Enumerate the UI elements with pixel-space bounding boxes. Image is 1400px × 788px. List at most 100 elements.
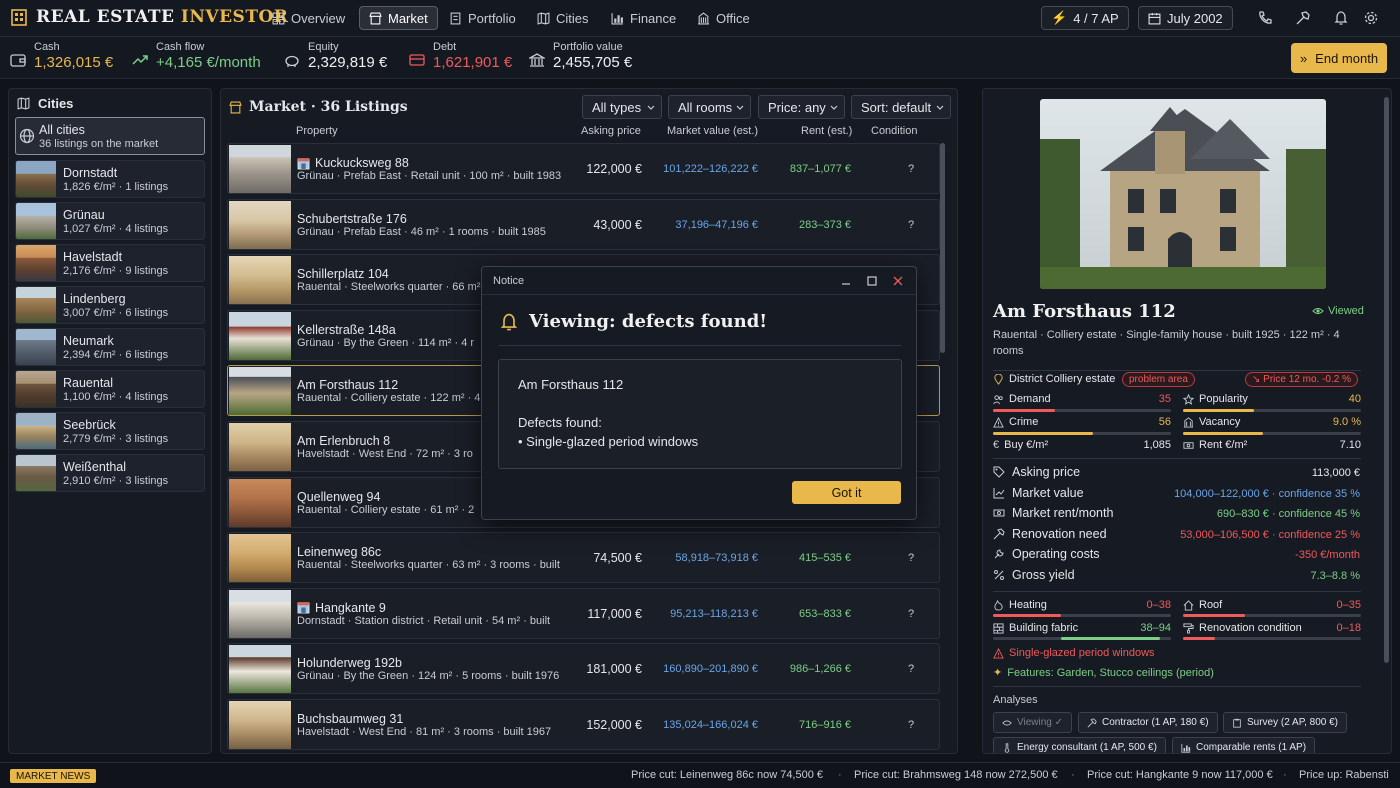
analyses-label: Analyses [993,694,1038,706]
filter-price-select[interactable]: Price: any [758,95,845,119]
stat-cash: Cash 1,326,015 € [10,41,113,71]
energy-consultant-button[interactable]: Energy consultant (1 AP, 500 €) [993,737,1166,753]
tab-office[interactable]: Office [688,6,759,30]
top-navigation: REAL ESTATE INVESTOR Overview Market Por… [0,0,1400,37]
column-header-asking-price[interactable]: Asking price [581,125,641,137]
minimize-icon[interactable] [840,275,852,287]
contractor-button[interactable]: Contractor (1 AP, 180 €) [1078,712,1218,733]
maximize-icon[interactable] [866,275,878,287]
close-icon[interactable] [892,275,904,287]
listing-thumbnail [229,478,291,527]
city-card-havelstadt[interactable]: Havelstadt 2,176 €/m² · 9 listings [15,244,205,282]
market-scrollbar[interactable] [940,143,945,353]
listing-info: Grünau · By the Green · 124 m² · 5 rooms… [297,670,560,683]
price-trend-badge: ↘ Price 12 mo. -0.2 % [1245,372,1358,387]
city-card-neumark[interactable]: Neumark 2,394 €/m² · 6 listings [15,328,205,366]
debt-label: Debt [433,41,457,53]
district-row: District Colliery estate [993,373,1115,385]
survey-button[interactable]: Survey (2 AP, 800 €) [1223,712,1347,733]
divider [993,370,1361,371]
dialog-defect-item: • Single-glazed period windows [518,434,699,449]
shop-icon [297,157,310,170]
filter-type-select[interactable]: All types [582,95,662,119]
listing-row[interactable]: Buchsbaumweg 31 Havelstadt · West End · 8… [227,699,940,750]
listing-thumbnail [229,256,291,305]
tab-cities[interactable]: Cities [528,6,598,30]
sort-select[interactable]: Sort: default [851,95,951,119]
renovation-condition-bar [1183,637,1361,640]
warning-icon [993,416,1004,428]
tab-finance[interactable]: Finance [602,6,685,30]
listing-row[interactable]: Hangkante 9 Dornstadt · Station district … [227,587,940,639]
city-info: 1,826 €/m² · 1 listings [63,181,169,193]
rent-sqm-value: 7.10 [1339,439,1361,451]
tab-market[interactable]: Market [359,6,438,30]
listing-asking-price: 122,000 € [586,162,642,176]
listing-info: Rauental · Steelworks quarter · 63 m² · … [297,559,560,572]
listing-asking-price: 152,000 € [586,718,642,732]
city-thumbnail [16,287,56,323]
clipboard-icon [1233,718,1241,728]
listing-row[interactable]: Kuckucksweg 88 Grünau · Prefab East · Ret… [227,143,940,194]
listing-info: Havelstadt · West End · 81 m² · 3 rooms … [297,726,552,738]
tab-portfolio[interactable]: Portfolio [440,6,525,30]
city-card-weissenthal[interactable]: Weißenthal 2,910 €/m² · 3 listings [15,454,205,492]
action-points: ⚡ 4 / 7 AP [1041,6,1129,30]
column-header-condition[interactable]: Condition [871,125,917,137]
hammer-icon [993,527,1005,539]
city-card-dornstadt[interactable]: Dornstadt 1,826 €/m² · 1 listings [15,160,205,198]
end-month-button[interactable]: » End month [1291,43,1387,73]
features-line: ✦ Features: Garden, Stucco ceilings (peri… [993,666,1214,680]
all-cities-card[interactable]: All cities 36 listings on the market [15,117,205,155]
city-card-gruenau[interactable]: Grünau 1,027 €/m² · 4 listings [15,202,205,240]
city-name: Dornstadt [63,166,118,180]
building-icon [698,11,709,24]
listing-rent: 415–535 € [799,552,851,565]
listing-market-value: 37,196–47,196 € [675,218,758,231]
listing-thumbnail [229,589,291,638]
got-it-button[interactable]: Got it [792,481,901,504]
viewing-button[interactable]: Viewing ✓ [993,712,1072,733]
city-info: 1,100 €/m² · 4 listings [63,391,169,403]
building-fabric-label: Building fabric [993,622,1078,634]
listing-name: Schillerplatz 104 [297,267,389,282]
notice-dialog: Notice Viewing: defects found! Am Forsth… [481,266,917,520]
market-title: Market · 36 Listings [229,99,408,115]
dialog-header-title: Notice [493,275,525,287]
chevron-down-icon [936,105,944,110]
people-icon [993,394,1003,404]
listing-row[interactable]: Holunderweg 192b Grünau · By the Green · … [227,643,940,695]
listing-row[interactable]: Leinenweg 86c Rauental · Steelworks quart… [227,532,940,584]
defect-line: Single-glazed period windows [993,647,1155,659]
house-icon [1183,599,1194,611]
chart-icon [993,487,1005,498]
bank-icon [529,53,545,67]
hammer-icon[interactable] [1295,10,1311,26]
city-card-rauental[interactable]: Rauental 1,100 €/m² · 4 listings [15,370,205,408]
column-header-market-value[interactable]: Market value (est.) [667,125,758,137]
bell-icon[interactable] [1333,10,1349,26]
column-header-rent[interactable]: Rent (est.) [801,125,852,137]
comparable-rents-button[interactable]: Comparable rents (1 AP) [1172,737,1316,753]
column-header-property[interactable]: Property [296,125,338,137]
listing-name: Quellenweg 94 [297,489,381,504]
gear-icon[interactable] [1363,10,1379,26]
city-card-seebrueck[interactable]: Seebrück 2,779 €/m² · 3 listings [15,412,205,450]
detail-scrollbar[interactable] [1384,97,1389,663]
tab-overview[interactable]: Overview [263,6,354,30]
listing-condition: ? [908,163,915,175]
hammer-icon [1087,717,1097,727]
stat-debt: Debt 1,621,901 € [409,41,512,71]
listing-row[interactable]: Schubertstraße 176 Grünau · Prefab East ·… [227,198,940,250]
listing-condition: ? [908,719,915,731]
dialog-header: Notice [482,267,916,295]
financial-label: Market value [993,486,1084,500]
divider [993,458,1361,459]
rent-sqm-label: Rent €/m² [1183,439,1247,451]
phone-icon[interactable] [1257,10,1273,26]
listing-market-value: 58,918–73,918 € [675,552,758,565]
filter-rooms-select[interactable]: All rooms [668,95,751,119]
heating-value: 0–38 [1146,599,1171,611]
city-card-lindenberg[interactable]: Lindenberg 3,007 €/m² · 6 listings [15,286,205,324]
listing-thumbnail [229,534,291,583]
